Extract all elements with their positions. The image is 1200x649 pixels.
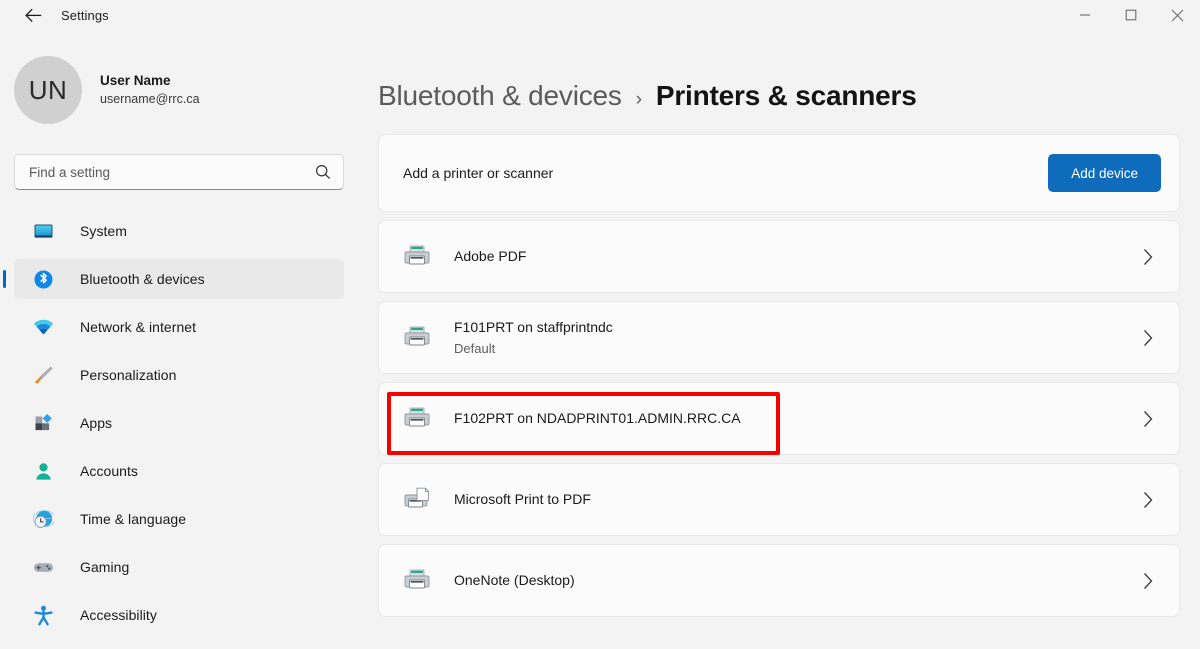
wifi-icon: [32, 316, 54, 338]
page-title: Printers & scanners: [655, 80, 917, 111]
printer-icon: [401, 322, 433, 354]
sidebar-item-gaming[interactable]: Gaming: [14, 547, 344, 587]
printer-texts: F102PRT on NDADPRINT01.ADMIN.RRC.CA: [454, 409, 1135, 428]
breadcrumb-parent[interactable]: Bluetooth & devices: [378, 80, 622, 112]
breadcrumb: Bluetooth & devices › Printers & scanner…: [378, 80, 1180, 112]
printer-texts: Adobe PDF: [454, 247, 1135, 266]
chevron-right-icon[interactable]: [1135, 329, 1161, 347]
chevron-right-icon[interactable]: [1135, 410, 1161, 428]
back-button[interactable]: [16, 2, 50, 28]
sidebar-item-system[interactable]: System: [14, 211, 344, 251]
search-box[interactable]: [14, 154, 344, 190]
printer-icon: [401, 241, 433, 273]
person-icon: [32, 460, 54, 482]
account-block[interactable]: UN User Name username@rrc.ca: [14, 55, 344, 125]
sidebar-item-label: Gaming: [80, 559, 130, 575]
content-area: Bluetooth & devices › Printers & scanner…: [358, 30, 1200, 649]
add-device-button[interactable]: Add device: [1048, 154, 1161, 192]
search-input[interactable]: [29, 164, 315, 180]
sidebar-item-label: Apps: [80, 415, 113, 431]
sidebar-item-label: Accounts: [80, 463, 138, 479]
close-icon: [1171, 9, 1184, 22]
sidebar-item-accessibility[interactable]: Accessibility: [14, 595, 344, 635]
sidebar-item-bluetooth-devices[interactable]: Bluetooth & devices: [3, 259, 344, 299]
sidebar-item-time-language[interactable]: Time & language: [14, 499, 344, 539]
sidebar-item-label: Bluetooth & devices: [80, 271, 205, 287]
maximize-icon: [1125, 9, 1137, 21]
minimize-icon: [1079, 9, 1091, 21]
search-icon: [315, 164, 331, 180]
chevron-right-icon[interactable]: [1135, 248, 1161, 266]
app-title: Settings: [61, 7, 109, 23]
printer-name: F101PRT on staffprintndc: [454, 318, 613, 335]
sidebar-item-label: System: [80, 223, 127, 239]
sidebar-item-label: Time & language: [80, 511, 187, 527]
printer-row[interactable]: F102PRT on NDADPRINT01.ADMIN.RRC.CA: [378, 382, 1180, 455]
avatar: UN: [14, 56, 82, 124]
apps-icon: [32, 412, 54, 434]
maximize-button[interactable]: [1108, 0, 1154, 30]
printer-document-icon: [401, 484, 433, 516]
printer-row[interactable]: OneNote (Desktop): [378, 544, 1180, 617]
system-icon: [32, 220, 54, 242]
clock-globe-icon: [32, 508, 54, 530]
account-email: username@rrc.ca: [100, 92, 200, 106]
back-arrow-icon: [24, 8, 42, 23]
window-controls: [1062, 0, 1200, 30]
account-name: User Name: [100, 73, 171, 88]
sidebar-item-label: Personalization: [80, 367, 177, 383]
printer-status: Default: [454, 340, 496, 356]
app-shell: UN User Name username@rrc.ca Find a sett…: [0, 30, 1200, 649]
printer-icon: [401, 565, 433, 597]
minimize-button[interactable]: [1062, 0, 1108, 30]
accessibility-icon: [32, 604, 54, 626]
printer-texts: F101PRT on staffprintndc Default: [454, 318, 1135, 358]
sidebar-item-apps[interactable]: Apps: [14, 403, 344, 443]
printer-name: Adobe PDF: [454, 248, 527, 264]
sidebar-nav: System Bluetooth & devices Network & int…: [0, 211, 344, 635]
breadcrumb-separator-icon: ›: [635, 89, 642, 110]
add-printer-card: Add a printer or scanner Add device: [378, 134, 1180, 212]
printer-name: Microsoft Print to PDF: [454, 491, 591, 507]
printer-texts: Microsoft Print to PDF: [454, 490, 1135, 509]
title-bar: Settings: [0, 0, 1200, 30]
bluetooth-icon: [32, 268, 54, 290]
sidebar: UN User Name username@rrc.ca Find a sett…: [0, 30, 358, 649]
paintbrush-icon: [32, 364, 54, 386]
gamepad-icon: [32, 556, 54, 578]
sidebar-item-personalization[interactable]: Personalization: [14, 355, 344, 395]
printer-icon: [401, 403, 433, 435]
sidebar-item-label: Accessibility: [80, 607, 157, 623]
sidebar-item-accounts[interactable]: Accounts: [14, 451, 344, 491]
printer-name: OneNote (Desktop): [454, 572, 575, 588]
sidebar-item-label: Network & internet: [80, 319, 197, 335]
printer-row[interactable]: Microsoft Print to PDF: [378, 463, 1180, 536]
chevron-right-icon[interactable]: [1135, 572, 1161, 590]
account-text: User Name username@rrc.ca: [100, 72, 200, 108]
add-printer-label: Add a printer or scanner: [403, 165, 554, 181]
printer-row[interactable]: Adobe PDF: [378, 220, 1180, 293]
printer-row[interactable]: F101PRT on staffprintndc Default: [378, 301, 1180, 374]
chevron-right-icon[interactable]: [1135, 491, 1161, 509]
close-button[interactable]: [1154, 0, 1200, 30]
printer-name: F102PRT on NDADPRINT01.ADMIN.RRC.CA: [454, 410, 741, 426]
sidebar-item-network-internet[interactable]: Network & internet: [14, 307, 344, 347]
printer-texts: OneNote (Desktop): [454, 571, 1135, 590]
